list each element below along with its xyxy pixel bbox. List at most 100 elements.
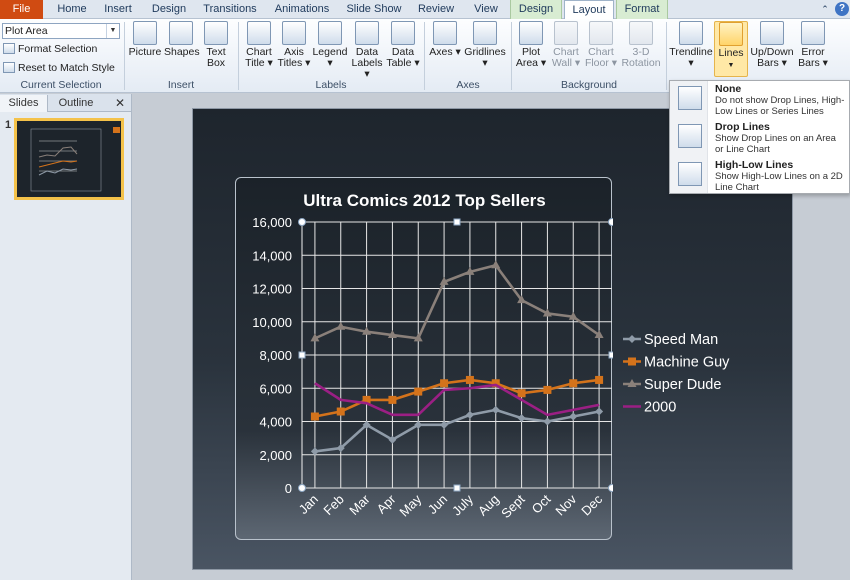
data-table-button[interactable]: Data Table ▾	[386, 21, 420, 69]
chart-legend[interactable]: Speed Man Machine Guy Super Dude 2000	[621, 327, 791, 427]
chart-element-value: Plot Area	[5, 25, 48, 37]
tab-review[interactable]: Review	[412, 0, 460, 19]
menu-item-description: Do not show Drop Lines, High-Low Lines o…	[715, 95, 845, 117]
slides-pane: Slides Outline ✕ 1	[0, 94, 132, 580]
gridlines-button[interactable]: Gridlines ▾	[464, 21, 506, 69]
ribbon-minimize-icon[interactable]: ⌃	[818, 0, 832, 19]
chart-title: Ultra Comics 2012 Top Sellers	[303, 191, 546, 210]
group-divider	[238, 22, 239, 90]
y-tick-label: 16,000	[252, 215, 292, 230]
text-box-button[interactable]: Text Box	[200, 21, 232, 69]
data-labels-button[interactable]: Data Labels ▾	[349, 21, 385, 80]
tab-format[interactable]: Format	[616, 0, 668, 19]
error-bars-icon	[801, 21, 825, 45]
selection-handle	[298, 484, 306, 492]
slide-number: 1	[5, 119, 12, 131]
data-table-icon	[391, 21, 415, 45]
legend-label: 2000	[644, 400, 676, 416]
data-point	[517, 389, 526, 398]
tab-file[interactable]: File	[0, 0, 43, 19]
tab-insert[interactable]: Insert	[96, 0, 140, 19]
data-point	[543, 417, 552, 426]
chart-element-combo[interactable]: Plot Area ▼	[2, 23, 120, 39]
shapes-button[interactable]: Shapes	[164, 21, 200, 58]
trendline-button[interactable]: Trendline ▾	[669, 21, 713, 69]
tab-layout[interactable]: Layout	[564, 0, 614, 20]
y-tick-label: 12,000	[252, 282, 292, 297]
tab-chart-design[interactable]: Design	[510, 0, 562, 19]
data-labels-label-2: Labels ▾	[351, 57, 383, 80]
tab-design[interactable]: Design	[144, 0, 194, 19]
menu-item-title: Drop Lines	[715, 121, 770, 133]
chart-wall-button[interactable]: Chart Wall ▾	[549, 21, 583, 69]
picture-button[interactable]: Picture	[128, 21, 162, 58]
y-tick-label: 10,000	[252, 315, 292, 330]
format-selection-icon	[3, 43, 15, 54]
selection-handle	[453, 218, 461, 226]
lines-button[interactable]: Lines ▼	[714, 21, 748, 77]
chart-title-button[interactable]: Chart Title ▾	[242, 21, 276, 69]
tab-slides[interactable]: Slides	[0, 95, 48, 112]
group-label-labels: Labels	[315, 79, 347, 91]
x-tick-label: Dec	[578, 491, 605, 518]
chart-object[interactable]: Ultra Comics 2012 Top Sellers 0 2,000 4,000…	[235, 177, 613, 540]
y-tick-label: 6,000	[259, 381, 292, 396]
chart-title-icon	[247, 21, 271, 45]
legend-marker	[628, 335, 636, 343]
up-down-bars-label-2: Bars ▾	[757, 57, 787, 69]
chart-wall-icon	[554, 21, 578, 45]
up-down-bars-icon	[760, 21, 784, 45]
x-tick-label: Oct	[529, 491, 554, 516]
text-box-icon	[204, 21, 228, 45]
menu-item-none[interactable]: None Do not show Drop Lines, High-Low Li…	[670, 81, 849, 119]
group-label-background: Background	[560, 79, 618, 91]
axis-titles-button[interactable]: Axis Titles ▾	[277, 21, 311, 69]
plot-area-button[interactable]: Plot Area ▾	[515, 21, 547, 69]
menu-item-high-low-lines[interactable]: High-Low Lines Show High-Low Lines on a …	[670, 157, 849, 195]
tab-home[interactable]: Home	[50, 0, 94, 19]
x-tick-label: July	[449, 491, 476, 518]
help-icon[interactable]: ?	[835, 2, 849, 16]
x-tick-label: Jan	[296, 492, 321, 517]
error-bars-label-2: Bars ▾	[798, 57, 828, 69]
slide-thumbnail[interactable]	[14, 118, 124, 200]
axes-icon	[433, 21, 457, 45]
menu-item-title: None	[715, 83, 742, 95]
3d-rotation-label-2: Rotation	[621, 57, 661, 69]
data-point	[336, 407, 345, 416]
close-icon[interactable]: ✕	[112, 95, 128, 112]
error-bars-button[interactable]: Error Bars ▾	[796, 21, 830, 69]
format-selection-button[interactable]: Format Selection	[3, 42, 97, 57]
legend-button[interactable]: Legend ▾	[312, 21, 348, 69]
reset-to-match-style-button[interactable]: Reset to Match Style	[3, 61, 115, 76]
axis-titles-icon	[282, 21, 306, 45]
chart-floor-button[interactable]: Chart Floor ▾	[584, 21, 618, 69]
data-point	[517, 414, 526, 423]
plot-area-label-2: Area ▾	[515, 57, 547, 69]
tab-animations[interactable]: Animations	[266, 0, 338, 19]
chart-wall-label-2: Wall ▾	[551, 57, 581, 69]
trendline-label: Trendline ▾	[669, 46, 713, 69]
tab-view[interactable]: View	[466, 0, 506, 19]
lines-icon	[719, 22, 743, 46]
data-point	[543, 385, 552, 394]
axis-titles-label-2: Titles ▾	[277, 57, 311, 69]
up-down-bars-button[interactable]: Up/Down Bars ▾	[749, 21, 795, 69]
group-label-axes: Axes	[456, 79, 480, 91]
picture-icon	[133, 21, 157, 45]
3d-rotation-button[interactable]: 3-D Rotation	[619, 21, 663, 69]
chevron-down-icon[interactable]: ▼	[106, 24, 119, 38]
axes-button[interactable]: Axes ▾	[428, 21, 462, 58]
data-point	[491, 405, 500, 414]
y-tick-label: 0	[285, 481, 292, 496]
menu-item-drop-lines[interactable]: Drop Lines Show Drop Lines on an Area or…	[670, 119, 849, 157]
menu-item-description: Show High-Low Lines on a 2D Line Chart	[715, 171, 843, 193]
data-point	[465, 410, 474, 419]
tab-slide-show[interactable]: Slide Show	[342, 0, 406, 19]
x-tick-label: Aug	[475, 492, 502, 519]
line-chart: Ultra Comics 2012 Top Sellers 0 2,000 4,000…	[252, 191, 613, 521]
tab-transitions[interactable]: Transitions	[198, 0, 262, 19]
lines-label: Lines	[718, 47, 744, 59]
tab-outline[interactable]: Outline	[49, 95, 103, 112]
data-point	[414, 387, 423, 396]
